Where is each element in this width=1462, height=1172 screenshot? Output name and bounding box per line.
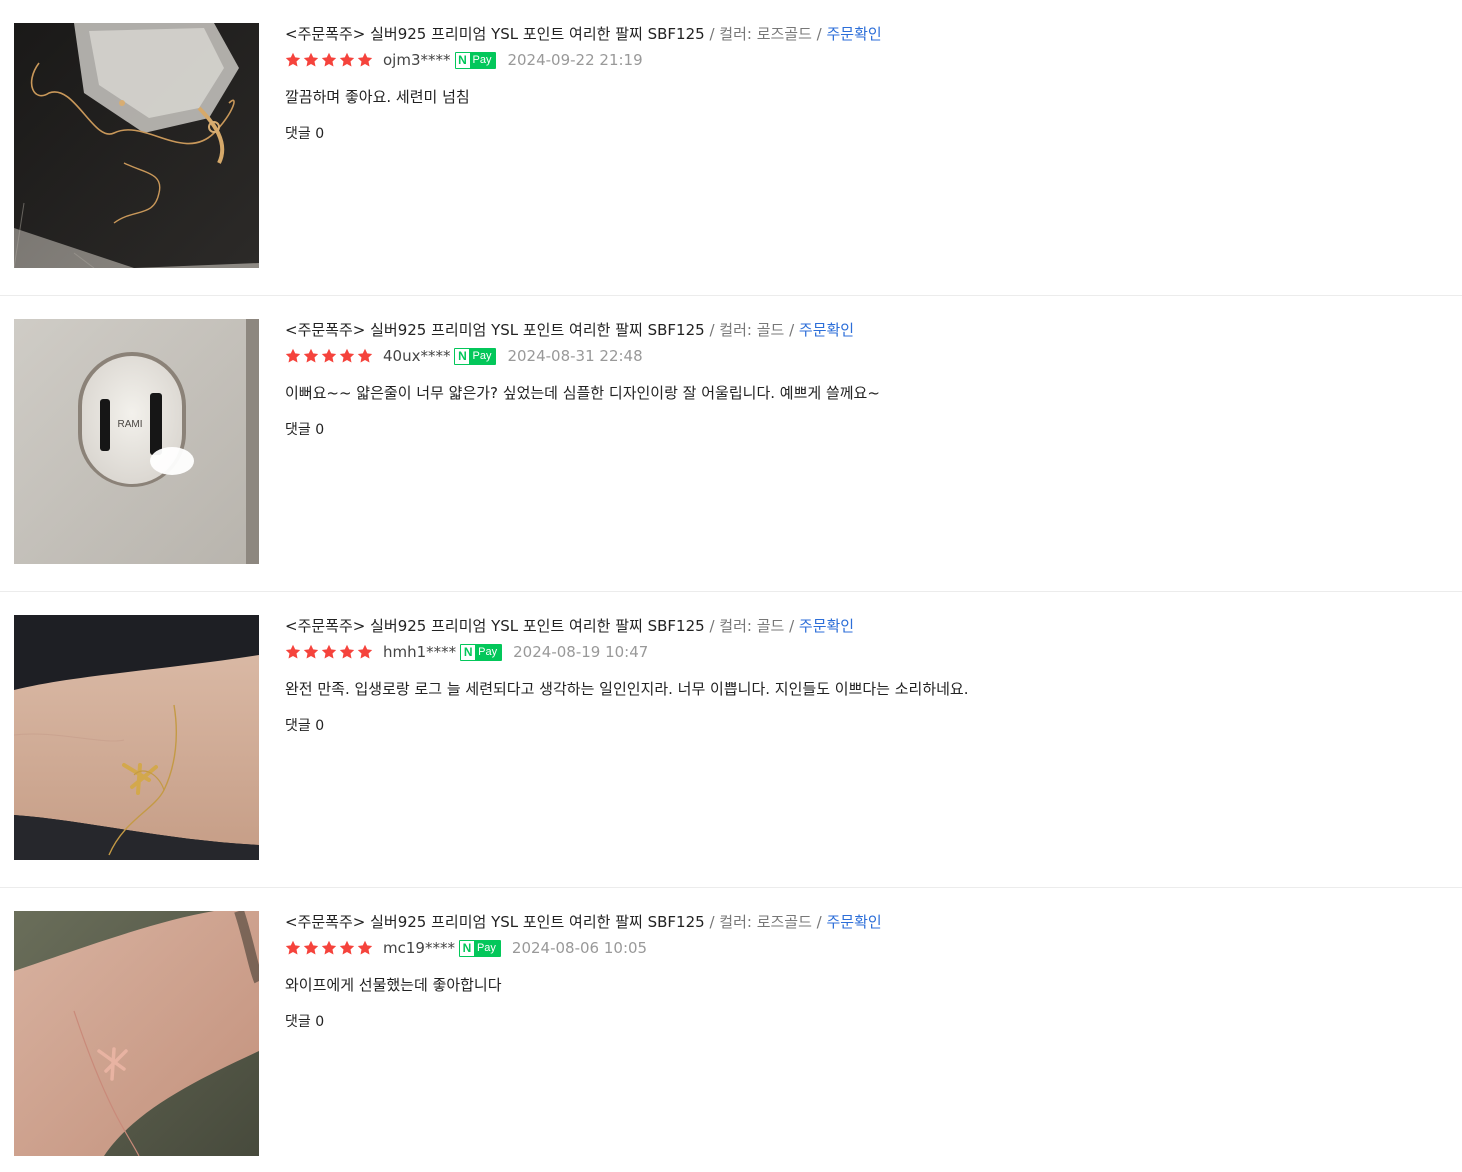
reviewer-id: hmh1****	[383, 643, 457, 661]
star-icon	[303, 940, 319, 955]
review-date: 2024-09-22 21:19	[507, 51, 643, 69]
star-icon	[357, 940, 373, 955]
star-icon	[321, 940, 337, 955]
order-status-link[interactable]: 주문확인	[826, 913, 881, 931]
review-item: <주문폭주> 실버925 프리미엄 YSL 포인트 여리한 팔찌 SBF125 …	[0, 592, 1462, 888]
order-status-link[interactable]: 주문확인	[826, 25, 881, 43]
npay-badge: N Pay	[460, 643, 503, 661]
review-meta: mc19**** N Pay 2024-08-06 10:05	[285, 937, 1442, 959]
review-content: <주문폭주> 실버925 프리미엄 YSL 포인트 여리한 팔찌 SBF125 …	[285, 911, 1442, 1033]
product-name: <주문폭주> 실버925 프리미엄 YSL 포인트 여리한 팔찌 SBF125	[285, 321, 705, 339]
npay-label: Pay	[476, 941, 496, 954]
npay-badge: N Pay	[454, 51, 497, 69]
order-status-link[interactable]: 주문확인	[799, 617, 854, 635]
star-icon	[285, 52, 301, 67]
reviewer-id: 40ux****	[383, 347, 451, 365]
star-icon	[321, 52, 337, 67]
review-text: 와이프에게 선물했는데 좋아합니다	[285, 976, 502, 994]
review-date: 2024-08-31 22:48	[507, 347, 643, 365]
review-item: <주문폭주> 실버925 프리미엄 YSL 포인트 여리한 팔찌 SBF125 …	[0, 888, 1462, 1172]
review-text: 깔끔하며 좋아요. 세련미 넘침	[285, 88, 470, 106]
product-info: <주문폭주> 실버925 프리미엄 YSL 포인트 여리한 팔찌 SBF125 …	[285, 319, 1442, 341]
review-photo[interactable]: RAMI	[14, 319, 259, 564]
separator: /	[704, 321, 720, 339]
comments-link[interactable]: 댓글 0	[285, 419, 324, 441]
star-icon	[339, 348, 355, 363]
product-option: 컬러: 로즈골드	[719, 25, 812, 43]
star-icon	[339, 644, 355, 659]
review-photo[interactable]	[14, 911, 259, 1156]
separator: /	[704, 617, 720, 635]
review-item: RAMI <주문폭주> 실버925 프리미엄 YSL 포인트 여리한 팔찌 SB…	[0, 296, 1462, 592]
npay-label: Pay	[472, 53, 492, 66]
star-rating	[285, 644, 373, 660]
reviewer-id: mc19****	[383, 939, 455, 957]
separator: /	[784, 321, 799, 339]
review-text: 이뻐요~~ 얇은줄이 너무 얇은가? 싶었는데 심플한 디자인이랑 잘 어울립니…	[285, 384, 880, 402]
separator: /	[811, 913, 827, 931]
review-content: <주문폭주> 실버925 프리미엄 YSL 포인트 여리한 팔찌 SBF125 …	[285, 319, 1442, 441]
product-info: <주문폭주> 실버925 프리미엄 YSL 포인트 여리한 팔찌 SBF125 …	[285, 23, 1442, 45]
product-name: <주문폭주> 실버925 프리미엄 YSL 포인트 여리한 팔찌 SBF125	[285, 617, 705, 635]
npay-n-icon: N	[455, 348, 470, 364]
product-info: <주문폭주> 실버925 프리미엄 YSL 포인트 여리한 팔찌 SBF125 …	[285, 615, 1442, 637]
product-name: <주문폭주> 실버925 프리미엄 YSL 포인트 여리한 팔찌 SBF125	[285, 913, 705, 931]
separator: /	[784, 617, 799, 635]
review-text: 완전 만족. 입생로랑 로그 늘 세련되다고 생각하는 일인인지라. 너무 이쁩…	[285, 680, 969, 698]
review-photo-image: RAMI	[14, 319, 259, 564]
npay-badge: N Pay	[454, 347, 497, 365]
review-photo[interactable]	[14, 615, 259, 860]
product-option: 컬러: 골드	[719, 321, 785, 339]
star-icon	[303, 348, 319, 363]
star-icon	[339, 52, 355, 67]
star-icon	[285, 348, 301, 363]
review-item: <주문폭주> 실버925 프리미엄 YSL 포인트 여리한 팔찌 SBF125 …	[0, 0, 1462, 296]
npay-n-icon: N	[461, 644, 476, 660]
star-icon	[357, 644, 373, 659]
order-status-link[interactable]: 주문확인	[799, 321, 854, 339]
photo-label: RAMI	[118, 419, 143, 430]
review-meta: 40ux**** N Pay 2024-08-31 22:48	[285, 345, 1442, 367]
npay-label: Pay	[472, 349, 492, 362]
review-photo-image	[14, 23, 259, 268]
star-rating	[285, 52, 373, 68]
review-date: 2024-08-19 10:47	[513, 643, 649, 661]
star-icon	[339, 940, 355, 955]
star-icon	[285, 940, 301, 955]
star-rating	[285, 348, 373, 364]
comments-link[interactable]: 댓글 0	[285, 1011, 324, 1033]
comments-link[interactable]: 댓글 0	[285, 715, 324, 737]
star-icon	[357, 348, 373, 363]
comments-link[interactable]: 댓글 0	[285, 123, 324, 145]
separator: /	[704, 913, 720, 931]
npay-n-icon: N	[459, 940, 474, 956]
star-icon	[285, 644, 301, 659]
star-icon	[303, 644, 319, 659]
star-icon	[321, 348, 337, 363]
review-date: 2024-08-06 10:05	[511, 939, 648, 957]
star-icon	[321, 644, 337, 659]
product-option: 컬러: 골드	[719, 617, 785, 635]
npay-n-icon: N	[455, 52, 470, 68]
review-photo-image	[14, 911, 259, 1156]
reviewer-id: ojm3****	[383, 51, 451, 69]
npay-label: Pay	[478, 645, 498, 658]
review-list: <주문폭주> 실버925 프리미엄 YSL 포인트 여리한 팔찌 SBF125 …	[0, 0, 1462, 1172]
star-icon	[303, 52, 319, 67]
star-rating	[285, 940, 373, 956]
review-content: <주문폭주> 실버925 프리미엄 YSL 포인트 여리한 팔찌 SBF125 …	[285, 615, 1442, 737]
product-name: <주문폭주> 실버925 프리미엄 YSL 포인트 여리한 팔찌 SBF125	[285, 25, 705, 43]
npay-badge: N Pay	[458, 939, 501, 957]
product-info: <주문폭주> 실버925 프리미엄 YSL 포인트 여리한 팔찌 SBF125 …	[285, 911, 1442, 933]
review-photo[interactable]	[14, 23, 259, 268]
review-meta: hmh1**** N Pay 2024-08-19 10:47	[285, 641, 1442, 663]
review-meta: ojm3**** N Pay 2024-09-22 21:19	[285, 49, 1442, 71]
review-photo-image	[14, 615, 259, 860]
product-option: 컬러: 로즈골드	[719, 913, 812, 931]
separator: /	[704, 25, 720, 43]
review-content: <주문폭주> 실버925 프리미엄 YSL 포인트 여리한 팔찌 SBF125 …	[285, 23, 1442, 145]
separator: /	[811, 25, 827, 43]
star-icon	[357, 52, 373, 67]
